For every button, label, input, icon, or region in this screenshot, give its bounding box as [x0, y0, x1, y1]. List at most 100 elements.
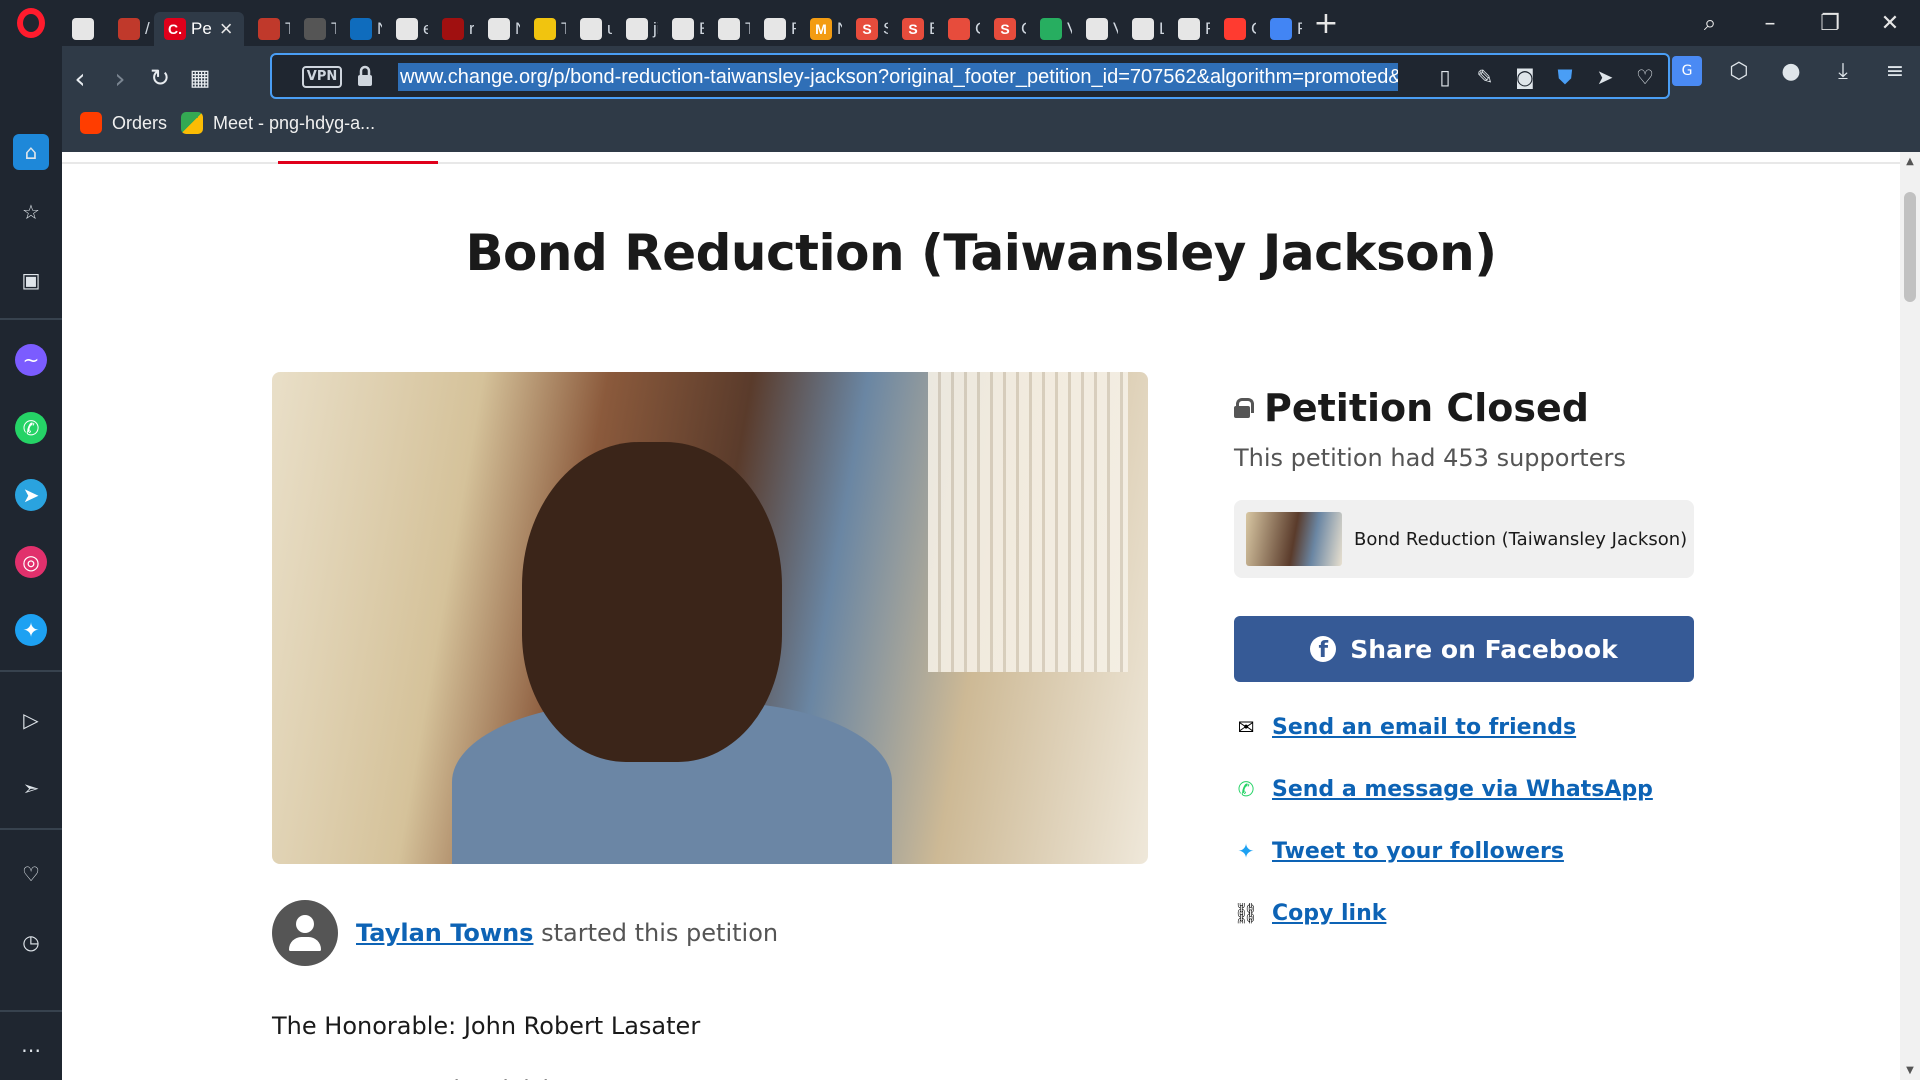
tab[interactable]: r	[432, 12, 474, 46]
tab[interactable]: ji	[616, 12, 658, 46]
petition-photo	[272, 372, 1148, 864]
tab[interactable]: V	[1030, 12, 1072, 46]
tab[interactable]: MN	[800, 12, 842, 46]
copy-link[interactable]: Copy link	[1272, 901, 1386, 926]
download-icon[interactable]: ⤓	[1828, 56, 1858, 86]
reload-icon[interactable]: ↻	[142, 60, 178, 96]
tab[interactable]: e	[386, 12, 428, 46]
translate-icon[interactable]: G	[1672, 56, 1702, 86]
telegram-icon[interactable]: ➤	[15, 479, 47, 511]
tab-label: F	[1297, 19, 1302, 39]
share-twitter-row: ✦ Tweet to your followers	[1234, 820, 1694, 882]
tab-grid-icon[interactable]: ▦	[182, 60, 218, 96]
tab[interactable]: T	[708, 12, 750, 46]
back-icon[interactable]: ‹	[62, 60, 98, 96]
whatsapp-icon[interactable]: ✆	[15, 412, 47, 444]
starter-text: Taylan Towns started this petition	[356, 919, 778, 947]
tab-label: T	[331, 19, 336, 39]
tab[interactable]: L	[1122, 12, 1164, 46]
tab[interactable]: C	[938, 12, 980, 46]
tab[interactable]: T	[248, 12, 290, 46]
tab[interactable]: N	[478, 12, 520, 46]
tab[interactable]: SB	[892, 12, 934, 46]
tab-favicon-icon: S	[902, 18, 924, 40]
close-tab-icon[interactable]: ×	[220, 16, 233, 42]
starter-name-link[interactable]: Taylan Towns	[356, 919, 533, 947]
supporters-count: This petition had 453 supporters	[1234, 444, 1626, 472]
tab[interactable]: F	[1260, 12, 1302, 46]
share-email-link[interactable]: Send an email to friends	[1272, 715, 1576, 740]
camera-icon[interactable]: ◙	[1512, 64, 1538, 90]
history-icon[interactable]: ◷	[15, 926, 47, 958]
tab-favicon-icon	[626, 18, 648, 40]
profile-icon[interactable]: ●	[1776, 56, 1806, 86]
messenger-icon[interactable]: ~	[15, 344, 47, 376]
scrollbar-thumb[interactable]	[1904, 192, 1916, 302]
tab[interactable]: SC	[984, 12, 1026, 46]
easy-setup-icon[interactable]: ≡	[1880, 56, 1910, 86]
petition-preview-card[interactable]: Bond Reduction (Taiwansley Jackson)	[1234, 500, 1694, 578]
tab[interactable]: V	[1076, 12, 1118, 46]
tab[interactable]: N	[340, 12, 382, 46]
share-whatsapp-row: ✆ Send a message via WhatsApp	[1234, 758, 1694, 820]
send-flow-icon[interactable]: ➣	[15, 772, 47, 804]
envelope-icon: ✉	[1237, 715, 1255, 739]
share-facebook-button[interactable]: f Share on Facebook	[1234, 616, 1694, 682]
opera-logo-icon[interactable]	[0, 0, 62, 46]
address-field[interactable]: VPN www.change.org/p/bond-reduction-taiw…	[270, 53, 1670, 99]
bookmark-orders[interactable]: Orders	[80, 112, 167, 134]
tab-favicon-icon	[580, 18, 602, 40]
tab-favicon-icon: M	[810, 18, 832, 40]
new-tab-button[interactable]: +	[1306, 6, 1346, 41]
lock-icon[interactable]	[357, 65, 373, 87]
reader-mode-icon[interactable]: ▯	[1432, 64, 1458, 90]
player-icon[interactable]: ▷	[15, 704, 47, 736]
twitter-icon[interactable]: ✦	[15, 614, 47, 646]
tab[interactable]: u	[570, 12, 612, 46]
heart-sidebar-icon[interactable]: ♡	[15, 858, 47, 890]
petition-sidebar: Petition Closed This petition had 453 su…	[1233, 372, 1694, 944]
tab[interactable]: T	[524, 12, 566, 46]
tab[interactable]: C	[1214, 12, 1256, 46]
vpn-badge[interactable]: VPN	[302, 66, 342, 88]
forward-icon[interactable]: ›	[102, 60, 138, 96]
home-icon[interactable]: ⌂	[13, 134, 49, 170]
edit-icon[interactable]: ✎	[1472, 64, 1498, 90]
close-window-icon[interactable]: ✕	[1860, 11, 1920, 36]
tab-label: C	[1251, 19, 1256, 39]
tab[interactable]: F	[754, 12, 796, 46]
tab-favicon-icon	[1040, 18, 1062, 40]
tab-favicon-icon	[948, 18, 970, 40]
send-icon[interactable]: ➤	[1592, 64, 1618, 90]
tab[interactable]: SS	[846, 12, 888, 46]
minimize-icon[interactable]: –	[1740, 11, 1800, 36]
workspaces-icon[interactable]: ▣	[15, 264, 47, 296]
instagram-icon[interactable]: ◎	[15, 546, 47, 578]
tab-label: N	[515, 19, 520, 39]
twitter-bird-icon: ✦	[1237, 839, 1255, 863]
address-toolbar: ‹ › ↻ ▦ VPN www.change.org/p/bond-reduct…	[62, 46, 1920, 152]
more-icon[interactable]: ⋯	[15, 1034, 47, 1066]
tab-label: u	[607, 19, 612, 38]
tab[interactable]: T	[294, 12, 336, 46]
tab-label: F	[791, 19, 796, 39]
restore-icon[interactable]: ❐	[1800, 11, 1860, 36]
share-twitter-link[interactable]: Tweet to your followers	[1272, 839, 1564, 864]
tab[interactable]	[62, 12, 104, 46]
share-whatsapp-link[interactable]: Send a message via WhatsApp	[1272, 777, 1653, 802]
tab[interactable]: /	[108, 12, 150, 46]
bookmark-meet[interactable]: Meet - png-hdyg-a...	[181, 112, 375, 134]
tab-favicon-icon	[764, 18, 786, 40]
avatar[interactable]	[272, 900, 338, 966]
tab[interactable]: F	[1168, 12, 1210, 46]
url-text[interactable]: www.change.org/p/bond-reduction-taiwansl…	[398, 63, 1398, 91]
page-scrollbar[interactable]: ▲ ▼	[1900, 152, 1920, 1080]
shield-icon[interactable]: ⛊	[1552, 64, 1578, 90]
search-tabs-icon[interactable]: ⌕	[1680, 11, 1740, 36]
tab[interactable]: E	[662, 12, 704, 46]
bookmarks-star-icon[interactable]: ☆	[15, 196, 47, 228]
heart-icon[interactable]: ♡	[1632, 64, 1658, 90]
tab-label: E	[699, 19, 704, 39]
extensions-icon[interactable]: ⬡	[1724, 56, 1754, 86]
tab-active[interactable]: C. Pe ×	[154, 12, 244, 46]
